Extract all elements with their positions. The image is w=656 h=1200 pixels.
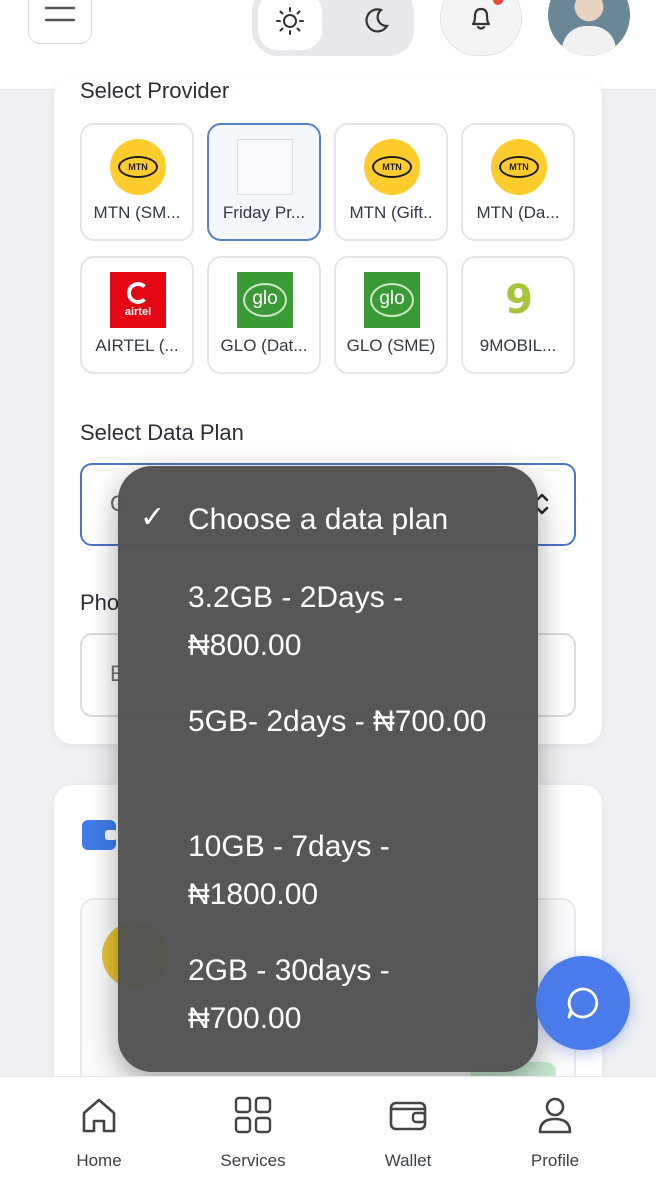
notification-dot xyxy=(493,0,503,5)
provider-label: MTN (Gift.. xyxy=(349,203,433,222)
mtn-logo: MTN xyxy=(110,139,166,195)
bottom-navigation: Home Services Wallet Profile xyxy=(0,1076,656,1200)
dropdown-option[interactable]: 2GB - 30days - ₦700.00 xyxy=(188,947,508,1043)
top-bar xyxy=(0,0,656,90)
provider-glo-sme[interactable]: glo GLO (SME) xyxy=(334,256,448,374)
bell-icon xyxy=(471,7,491,30)
provider-glo-data[interactable]: glo GLO (Dat... xyxy=(207,256,321,374)
provider-label: GLO (SME) xyxy=(346,336,436,355)
sun-icon xyxy=(276,7,304,35)
user-icon xyxy=(538,1097,572,1134)
select-provider-title: Select Provider xyxy=(80,78,230,103)
provider-label: AIRTEL (... xyxy=(95,336,179,355)
airtel-logo: airtel xyxy=(110,272,166,328)
provider-label: GLO (Dat... xyxy=(220,336,308,355)
dropdown-option[interactable]: 5GB- 2days - ₦700.00 xyxy=(188,698,508,746)
avatar[interactable] xyxy=(548,0,630,56)
dropdown-option[interactable]: 10GB - 7days - ₦1800.00 xyxy=(188,823,508,919)
theme-toggle[interactable] xyxy=(252,0,414,56)
provider-label: Friday Pr... xyxy=(222,203,306,222)
checkmark-icon: ✓ xyxy=(140,501,166,534)
provider-mtn-gifting[interactable]: MTN MTN (Gift.. xyxy=(334,123,448,241)
glo-logo: glo xyxy=(237,272,293,328)
9mobile-logo: 9 xyxy=(505,277,533,323)
grid-icon xyxy=(234,1096,272,1134)
provider-label: MTN (SM... xyxy=(93,203,181,222)
chat-button[interactable] xyxy=(536,956,630,1050)
light-mode-button[interactable] xyxy=(258,0,322,50)
nav-label: Profile xyxy=(530,1151,580,1170)
home-icon xyxy=(82,1098,116,1133)
glo-logo: glo xyxy=(364,272,420,328)
provider-label: 9MOBIL... xyxy=(479,336,557,355)
provider-mtn-data[interactable]: MTN MTN (Da... xyxy=(461,123,575,241)
wallet-icon xyxy=(389,1101,427,1131)
nav-wallet[interactable]: Wallet xyxy=(353,1093,463,1171)
provider-logo-placeholder xyxy=(237,139,293,195)
dropdown-option[interactable]: 3.2GB - 2Days - ₦800.00 xyxy=(188,574,508,670)
dropdown-option[interactable]: Choose a data plan xyxy=(188,496,508,544)
mtn-logo: MTN xyxy=(364,139,420,195)
nav-label: Home xyxy=(76,1151,122,1170)
mtn-logo: MTN xyxy=(491,139,547,195)
nav-label: Services xyxy=(220,1151,286,1170)
notifications-button[interactable] xyxy=(440,0,522,56)
select-data-plan-label: Select Data Plan xyxy=(80,420,244,445)
chat-bubble-icon xyxy=(567,987,599,1019)
nav-label: Wallet xyxy=(384,1151,432,1170)
provider-9mobile[interactable]: 9 9MOBIL... xyxy=(461,256,575,374)
data-plan-dropdown[interactable]: ✓ Choose a data plan 3.2GB - 2Days - ₦80… xyxy=(118,466,538,1072)
moon-icon xyxy=(365,8,389,33)
provider-friday[interactable]: Friday Pr... xyxy=(207,123,321,241)
dark-mode-button[interactable] xyxy=(344,0,408,50)
nav-profile[interactable]: Profile xyxy=(500,1093,610,1171)
provider-mtn-sme[interactable]: MTN MTN (SM... xyxy=(80,123,194,241)
nav-home[interactable]: Home xyxy=(44,1093,154,1171)
provider-airtel[interactable]: airtel AIRTEL (... xyxy=(80,256,194,374)
menu-icon xyxy=(44,6,76,22)
menu-button[interactable] xyxy=(28,0,92,44)
provider-label: MTN (Da... xyxy=(476,203,560,222)
nav-services[interactable]: Services xyxy=(198,1093,308,1171)
wallet-icon xyxy=(82,820,117,850)
phone-number-label: Pho xyxy=(80,590,120,615)
